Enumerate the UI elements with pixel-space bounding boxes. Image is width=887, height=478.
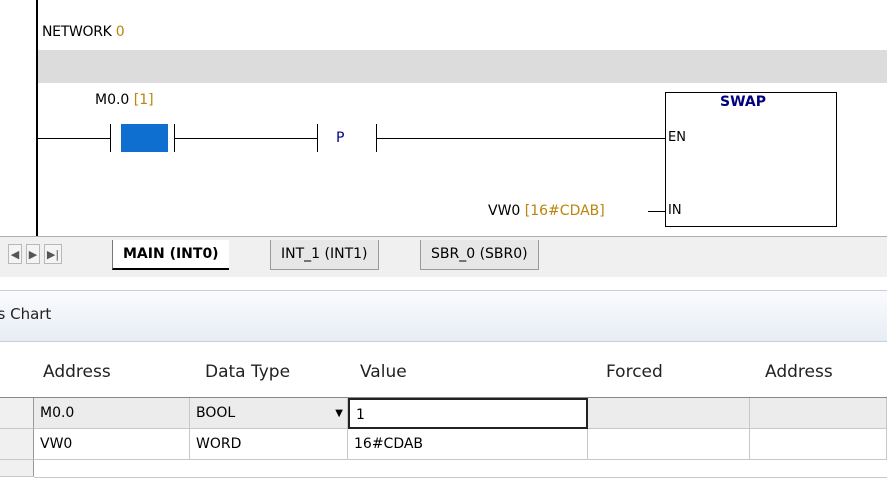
cell-forced[interactable] bbox=[588, 398, 750, 429]
swap-instruction-box[interactable] bbox=[665, 92, 837, 227]
swap-in-operand[interactable]: VW0 [16#CDAB] bbox=[488, 203, 605, 219]
contact-left-bar bbox=[110, 124, 111, 152]
edge-left-bar bbox=[317, 124, 318, 152]
pin-in: IN bbox=[668, 203, 682, 218]
wire bbox=[648, 211, 665, 212]
wire bbox=[376, 138, 665, 139]
power-rail bbox=[36, 0, 38, 236]
tab-main[interactable]: MAIN (INT0) bbox=[112, 240, 229, 270]
cell-address-2[interactable] bbox=[750, 398, 887, 429]
column-header-address-2[interactable]: Address bbox=[765, 362, 833, 382]
cell-data-type[interactable]: BOOL ▼ bbox=[190, 398, 348, 429]
row-selector[interactable] bbox=[0, 460, 34, 477]
cell-address-2[interactable] bbox=[750, 429, 887, 460]
cell-value[interactable]: 16#CDAB bbox=[348, 429, 588, 460]
tab-last-button[interactable]: ▶| bbox=[44, 244, 62, 264]
cell-address[interactable]: M0.0 bbox=[34, 398, 190, 429]
tab-int1[interactable]: INT_1 (INT1) bbox=[270, 240, 379, 270]
normally-open-contact[interactable] bbox=[121, 124, 168, 152]
status-chart-header bbox=[0, 290, 887, 342]
status-chart-title: us Chart bbox=[0, 305, 52, 323]
row-selector[interactable] bbox=[0, 398, 34, 429]
positive-edge-label[interactable]: P bbox=[336, 130, 344, 146]
tab-next-button[interactable]: ▶ bbox=[26, 244, 40, 264]
column-header-data-type[interactable]: Data Type bbox=[205, 362, 290, 382]
cell-forced[interactable] bbox=[588, 429, 750, 460]
column-header-value[interactable]: Value bbox=[360, 362, 407, 382]
column-header-forced[interactable]: Forced bbox=[606, 362, 663, 382]
network-comment-band[interactable] bbox=[38, 50, 887, 83]
tab-sbr0[interactable]: SBR_0 (SBR0) bbox=[420, 240, 539, 270]
column-header-address[interactable]: Address bbox=[43, 362, 111, 382]
cell-address[interactable]: VW0 bbox=[34, 429, 190, 460]
tab-prev-button[interactable]: ◀ bbox=[8, 244, 22, 264]
row-selector[interactable] bbox=[0, 429, 34, 460]
table-row-empty[interactable] bbox=[34, 460, 887, 478]
swap-title: SWAP bbox=[720, 94, 766, 110]
dropdown-arrow-icon[interactable]: ▼ bbox=[335, 398, 343, 429]
contact-address[interactable]: M0.0 [1] bbox=[95, 92, 154, 108]
cell-value[interactable]: 1 bbox=[348, 398, 588, 429]
cell-data-type[interactable]: WORD bbox=[190, 429, 348, 460]
network-title[interactable]: NETWORK 0 bbox=[42, 24, 125, 40]
wire bbox=[38, 138, 110, 139]
wire bbox=[174, 138, 317, 139]
pin-en: EN bbox=[668, 130, 686, 145]
